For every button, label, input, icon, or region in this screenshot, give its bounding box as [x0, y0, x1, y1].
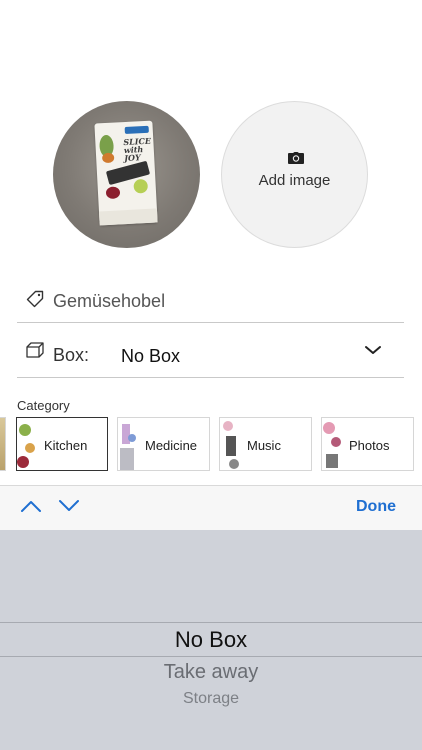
product-image: SLICE with JOY: [94, 120, 158, 226]
picker-option[interactable]: Take away: [0, 661, 422, 684]
done-button[interactable]: Done: [356, 498, 396, 516]
kitchen-thumbnail: [17, 424, 35, 468]
chevron-down-icon[interactable]: [364, 344, 382, 356]
category-item-medicine[interactable]: Medicine: [117, 417, 210, 471]
box-icon: [26, 342, 44, 358]
category-label: Category: [17, 398, 70, 413]
photos-thumbnail: [323, 422, 341, 468]
category-strip[interactable]: Kitchen Medicine Music Photos: [0, 417, 422, 473]
camera-icon: [288, 152, 304, 164]
category-item-partial[interactable]: [0, 417, 6, 471]
item-name-input[interactable]: [53, 288, 383, 314]
category-item-photos[interactable]: Photos: [321, 417, 414, 471]
category-name: Medicine: [145, 438, 198, 453]
category-name: Photos: [349, 438, 390, 453]
item-photo[interactable]: SLICE with JOY: [53, 101, 200, 248]
add-image-button[interactable]: Add image: [221, 101, 368, 248]
chevron-up-icon[interactable]: [20, 499, 42, 513]
music-thumbnail: [223, 421, 239, 469]
picker-option[interactable]: Storage: [0, 690, 422, 708]
category-name: Music: [247, 438, 281, 453]
chevron-down-icon[interactable]: [58, 499, 80, 513]
category-name: Kitchen: [44, 438, 88, 453]
add-image-label: Add image: [258, 172, 331, 189]
box-label: Box:: [53, 345, 90, 365]
divider: [17, 322, 404, 323]
tag-icon: [26, 290, 44, 308]
box-value[interactable]: No Box: [121, 346, 180, 367]
medicine-thumbnail: [120, 424, 136, 470]
picker-option[interactable]: No Box: [0, 627, 422, 653]
divider: [17, 377, 404, 378]
category-item-kitchen[interactable]: Kitchen: [16, 417, 108, 471]
category-item-music[interactable]: Music: [219, 417, 312, 471]
